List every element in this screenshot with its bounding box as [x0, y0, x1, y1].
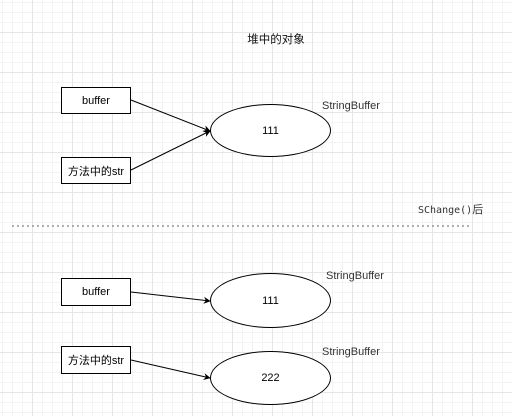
object-type-label-111: StringBuffer — [326, 270, 384, 282]
object-ellipse-top[interactable]: 111 — [210, 104, 331, 157]
arrow-method-str-to-object-222 — [130, 359, 211, 381]
divider-label: SChange()后 — [418, 201, 483, 217]
heap-title: 堆中的对象 — [247, 32, 305, 46]
method-suffix: 后 — [472, 203, 484, 216]
box-method-str-bottom[interactable]: 方法中的str — [61, 346, 131, 374]
arrow-method-str-to-object-top — [130, 130, 211, 171]
arrow-buffer-to-object-111 — [130, 291, 211, 304]
object-ellipse-111[interactable]: 111 — [210, 273, 331, 328]
method-name: SChange() — [418, 205, 473, 216]
diagram-canvas: 堆中的对象 buffer 方法中的str 111 StringBuffer SC… — [0, 0, 512, 416]
box-buffer-top[interactable]: buffer — [61, 87, 131, 114]
object-type-label-top: StringBuffer — [322, 100, 380, 112]
box-method-str-top[interactable]: 方法中的str — [61, 157, 131, 184]
box-buffer-bottom[interactable]: buffer — [61, 278, 131, 306]
arrow-buffer-to-object-top — [130, 99, 211, 132]
object-type-label-222: StringBuffer — [322, 346, 380, 358]
object-ellipse-222[interactable]: 222 — [210, 351, 331, 405]
